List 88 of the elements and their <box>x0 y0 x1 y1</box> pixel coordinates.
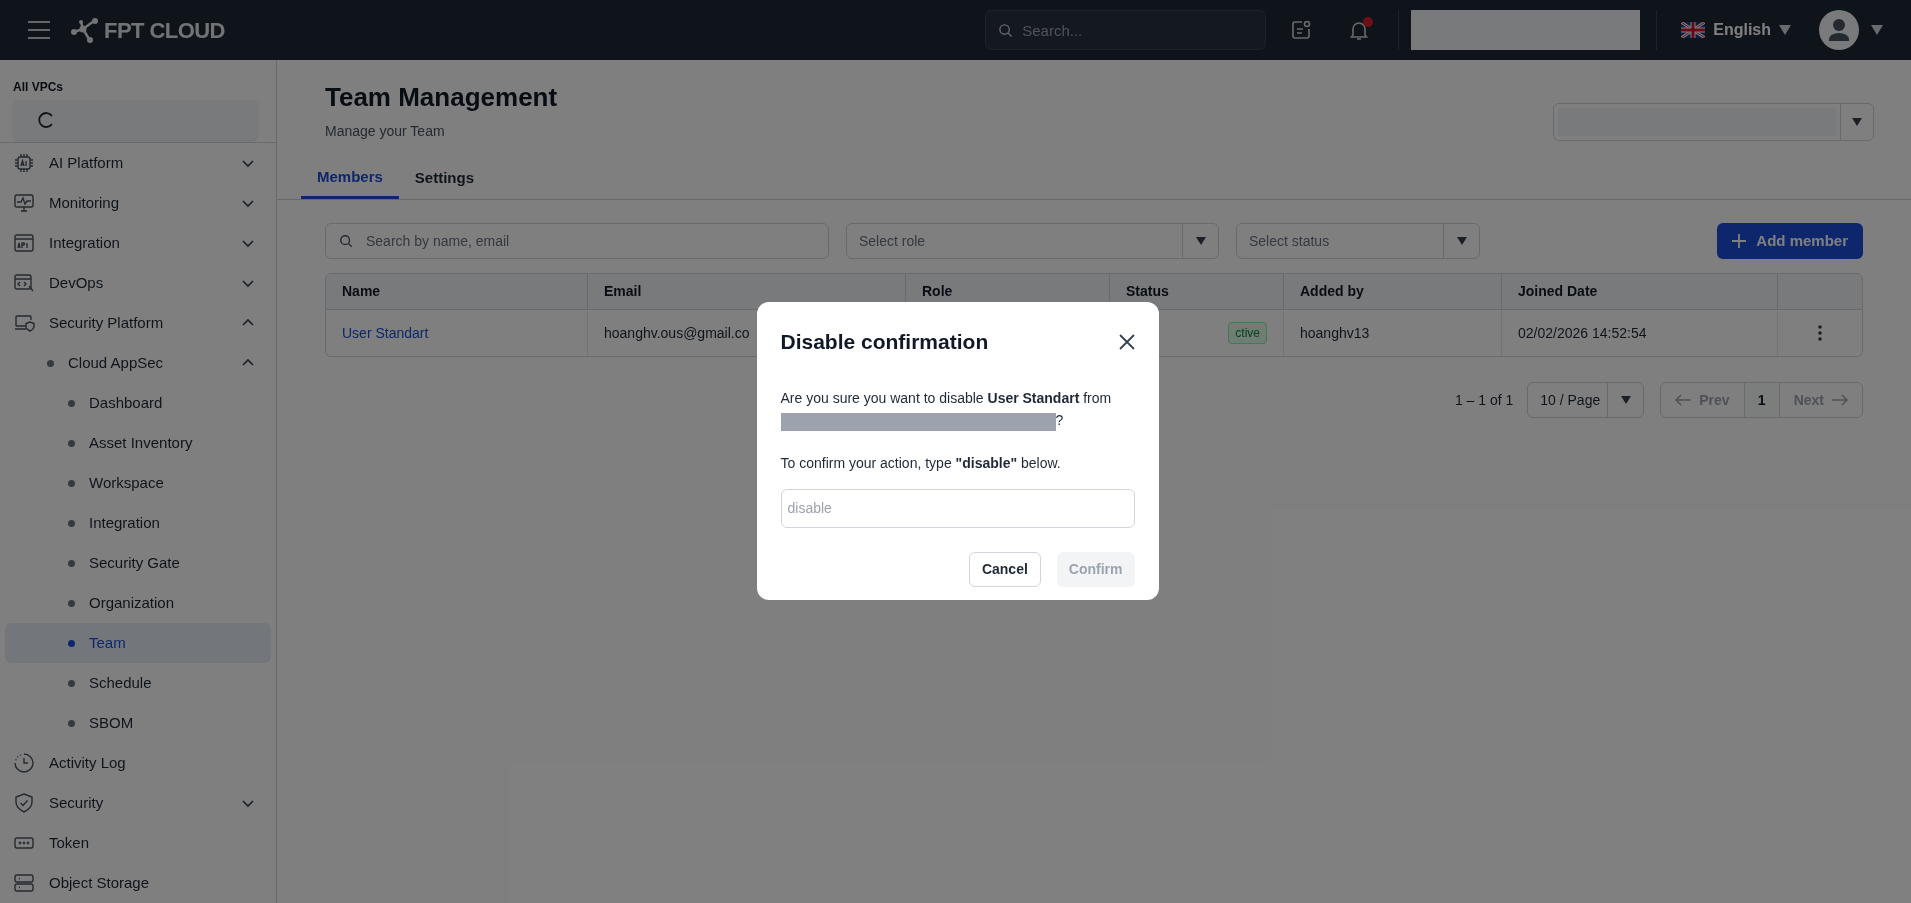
sidebar-item[interactable]: Monitoring <box>0 183 276 223</box>
cancel-button[interactable]: Cancel <box>968 551 1041 587</box>
sidebar-item[interactable]: AI Platform <box>0 143 276 183</box>
page-range: 1 – 1 of 1 <box>1454 390 1514 410</box>
logo-icon <box>70 17 100 43</box>
member-link[interactable]: User Standart <box>342 322 429 344</box>
dialog-message: Are you sure you want to disable User Standart from <box>780 388 1113 408</box>
question-mark: ? <box>1055 410 1064 430</box>
sidebar-item[interactable]: Security Gate <box>0 543 276 583</box>
page-button[interactable]: 1 <box>1743 383 1780 417</box>
logo-text: FPT CLOUD <box>104 16 225 45</box>
column-header: Name <box>342 282 381 301</box>
caret-icon <box>1779 25 1791 35</box>
sidebar-item[interactable]: Team <box>5 623 271 663</box>
caret-icon <box>1871 25 1883 35</box>
tab[interactable]: Settings <box>398 158 491 199</box>
sidebar-item[interactable]: Object Storage <box>0 863 276 903</box>
bullet-icon <box>68 719 75 727</box>
language-selector[interactable]: English <box>1681 18 1791 42</box>
table-cell-text: 02/02/2026 14:52:54 <box>1518 323 1647 343</box>
storage-icon <box>13 872 35 894</box>
page-subtitle: Manage your Team <box>325 122 446 141</box>
sidebar-item[interactable]: Security <box>0 783 276 823</box>
avatar-icon <box>1819 10 1859 50</box>
bell-icon[interactable] <box>1348 19 1371 41</box>
bullet-icon <box>68 439 75 447</box>
bullet-icon <box>68 519 75 527</box>
sidebar-item[interactable]: Cloud AppSec <box>0 343 276 383</box>
sidebar-item[interactable]: Workspace <box>0 463 276 503</box>
laptop-shield-icon <box>13 312 35 334</box>
caret-icon <box>1195 237 1206 245</box>
add-member-button[interactable]: Add member <box>1717 223 1863 259</box>
bullet-icon <box>68 479 75 487</box>
sidebar-item[interactable]: Integration <box>0 503 276 543</box>
clock-icon <box>13 752 35 774</box>
table-cell-text: hoanghv13 <box>1300 323 1370 343</box>
bullet-icon <box>68 599 75 607</box>
vpc-label: All VPCs <box>13 79 64 96</box>
sidebar-item[interactable]: Integration <box>0 223 276 263</box>
sidebar-item[interactable]: Token <box>0 823 276 863</box>
dialog-instruction: To confirm your action, type "disable" below. <box>780 453 1062 473</box>
sidebar-item[interactable]: Dashboard <box>0 383 276 423</box>
bullet-icon <box>68 639 75 647</box>
caret-icon <box>1456 237 1467 245</box>
dropdown-field[interactable]: Select status <box>1236 223 1480 259</box>
bullet-icon <box>47 359 54 367</box>
search-field[interactable]: Search... <box>985 10 1267 50</box>
sidebar-item[interactable]: Asset Inventory <box>0 423 276 463</box>
api-icon <box>13 232 35 254</box>
caret-icon <box>1620 396 1631 404</box>
arrow-left-icon <box>1675 394 1692 406</box>
bullet-icon <box>68 399 75 407</box>
status-badge: ctive <box>1228 322 1267 344</box>
sidebar-item[interactable]: Security Platform <box>0 303 276 343</box>
sidebar-item[interactable]: SBOM <box>0 703 276 743</box>
column-header: Joined Date <box>1518 282 1598 301</box>
more-icon[interactable] <box>1818 325 1822 341</box>
column-header: Added by <box>1300 282 1364 301</box>
sidebar-item[interactable]: Activity Log <box>0 743 276 783</box>
search-icon <box>998 23 1014 38</box>
flag-icon <box>1681 22 1706 38</box>
monitor-icon <box>13 192 35 214</box>
column-header: Status <box>1126 282 1169 301</box>
search-icon <box>339 234 353 248</box>
menu-icon[interactable] <box>28 21 50 39</box>
table-cell-text: hoanghv.ous@gmail.co <box>604 323 750 343</box>
sidebar-item[interactable]: DevOps <box>0 263 276 303</box>
arrow-right-icon <box>1832 394 1848 406</box>
column-header: Role <box>922 282 953 301</box>
sidebar-item[interactable]: Schedule <box>0 663 276 703</box>
plus-icon <box>1732 234 1747 248</box>
sidebar-item[interactable]: Organization <box>0 583 276 623</box>
avatar-button[interactable] <box>1819 10 1883 50</box>
dropdown-field[interactable]: Select role <box>846 223 1219 259</box>
column-header: Email <box>604 282 642 301</box>
notes-icon[interactable] <box>1290 19 1313 41</box>
page-size-select[interactable]: 10 / Page <box>1527 382 1645 418</box>
bullet-icon <box>68 559 75 567</box>
shield-check-icon <box>13 792 35 814</box>
dialog-title: Disable confirmation <box>780 329 989 355</box>
page-title: Team Management <box>325 81 558 114</box>
caret-icon <box>1852 118 1862 126</box>
tab[interactable]: Members <box>301 158 399 199</box>
bullet-icon <box>68 679 75 687</box>
chip-icon <box>13 152 35 174</box>
confirm-input[interactable]: disable <box>780 488 1135 528</box>
code-icon <box>13 272 35 294</box>
close-icon[interactable] <box>1118 333 1135 350</box>
